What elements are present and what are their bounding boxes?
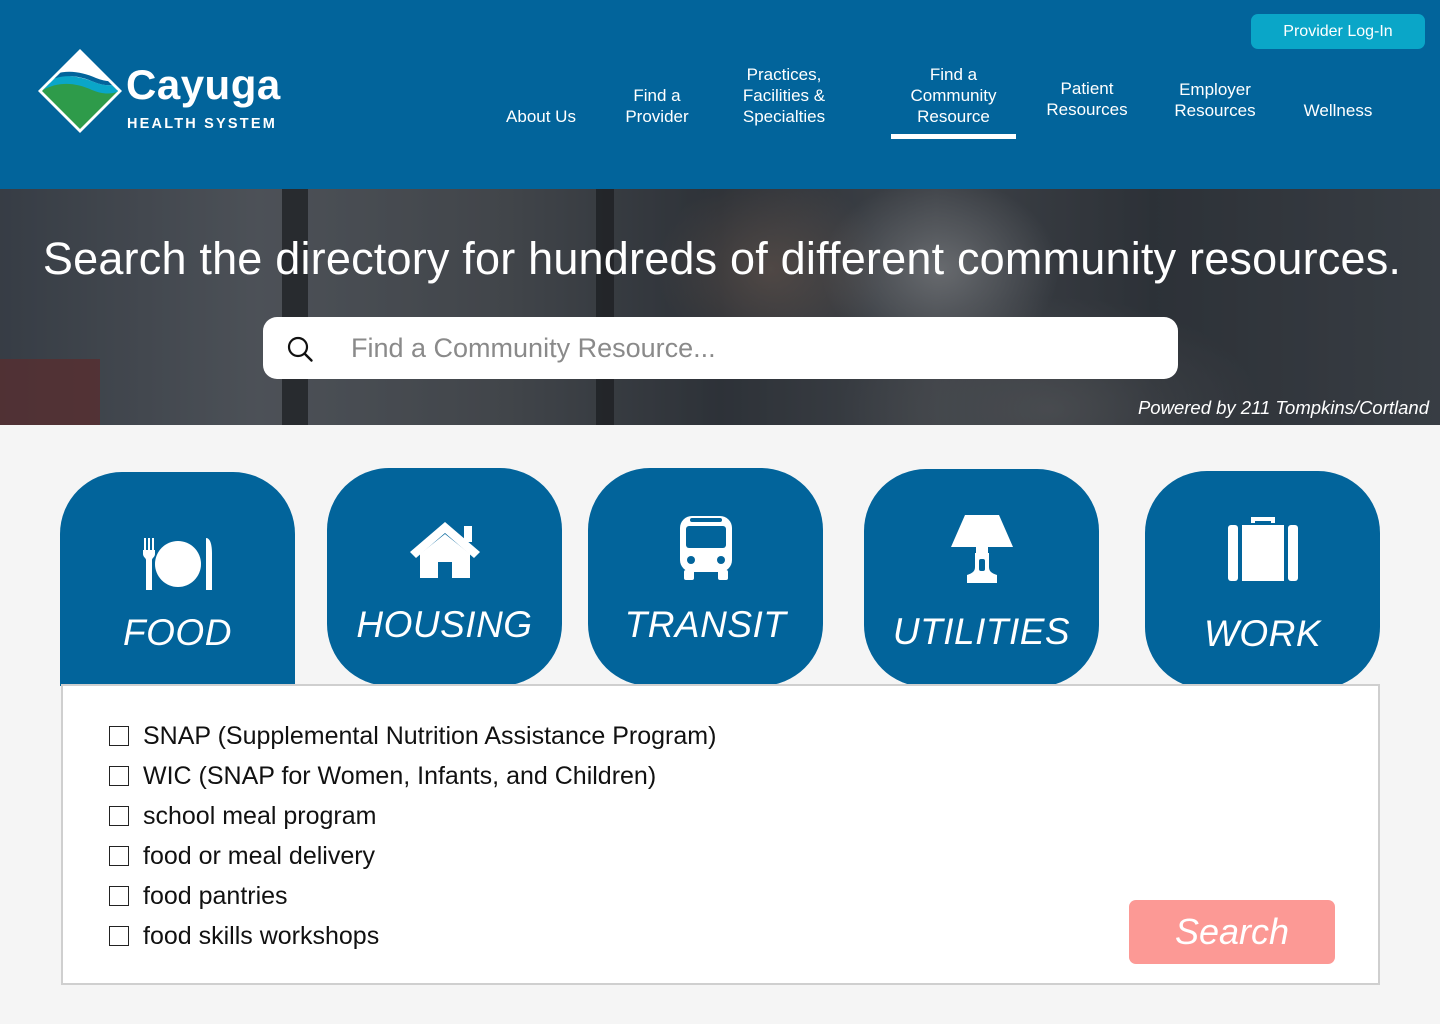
food-options-panel: SNAP (Supplemental Nutrition Assistance … xyxy=(61,684,1380,985)
nav-find-a-provider[interactable]: Find a Provider xyxy=(608,85,706,127)
nav-wellness[interactable]: Wellness xyxy=(1290,100,1386,121)
nav-practices-facilities[interactable]: Practices, Facilities & Specialties xyxy=(724,64,844,127)
nav-find-community-resource[interactable]: Find a Community Resource xyxy=(891,64,1016,127)
option-label: WIC (SNAP for Women, Infants, and Childr… xyxy=(143,761,657,790)
logo-name: Cayuga xyxy=(126,61,281,108)
checkbox[interactable] xyxy=(109,886,129,906)
category-tab-work[interactable]: WORK xyxy=(1145,471,1380,689)
option-label: food pantries xyxy=(143,881,288,910)
lamp-icon xyxy=(864,513,1099,585)
hero-title: Search the directory for hundreds of dif… xyxy=(42,233,1402,284)
bus-icon xyxy=(588,514,823,582)
option-food-skills[interactable]: food skills workshops xyxy=(109,921,379,951)
house-icon xyxy=(327,520,562,580)
resource-search-box[interactable] xyxy=(263,317,1178,379)
option-food-pantries[interactable]: food pantries xyxy=(109,881,288,911)
option-school-meal[interactable]: school meal program xyxy=(109,801,376,831)
resource-search-input[interactable] xyxy=(351,329,1151,367)
briefcase-icon xyxy=(1145,515,1380,583)
site-header: Cayuga HEALTH SYSTEM Provider Log-In Abo… xyxy=(0,0,1440,189)
option-snap[interactable]: SNAP (Supplemental Nutrition Assistance … xyxy=(109,721,716,751)
logo-subtitle: HEALTH SYSTEM xyxy=(127,116,277,132)
category-tab-food[interactable]: FOOD xyxy=(60,472,295,686)
option-label: school meal program xyxy=(143,801,377,830)
diamond-wave-logo-icon xyxy=(38,49,122,133)
category-tab-transit[interactable]: TRANSIT xyxy=(588,468,823,686)
checkbox[interactable] xyxy=(109,926,129,946)
category-label-housing: HOUSING xyxy=(356,604,533,645)
category-tab-housing[interactable]: HOUSING xyxy=(327,468,562,686)
cayuga-logo[interactable]: Cayuga HEALTH SYSTEM xyxy=(34,46,294,136)
checkbox[interactable] xyxy=(109,806,129,826)
option-wic[interactable]: WIC (SNAP for Women, Infants, and Childr… xyxy=(109,761,656,791)
category-label-utilities: UTILITIES xyxy=(892,611,1071,652)
option-label: SNAP (Supplemental Nutrition Assistance … xyxy=(143,721,717,750)
powered-by-credit: Powered by 211 Tompkins/Cortland xyxy=(1137,397,1429,418)
checkbox[interactable] xyxy=(109,726,129,746)
category-label-food: FOOD xyxy=(123,612,232,653)
hero-overlay xyxy=(0,189,1440,425)
nav-patient-resources[interactable]: Patient Resources xyxy=(1034,78,1140,120)
category-label-transit: TRANSIT xyxy=(624,604,787,645)
search-button[interactable]: Search xyxy=(1129,900,1335,964)
nav-active-underline xyxy=(891,134,1016,139)
checkbox[interactable] xyxy=(109,846,129,866)
category-tab-utilities[interactable]: UTILITIES xyxy=(864,469,1099,687)
search-icon xyxy=(287,336,313,362)
nav-about-us[interactable]: About Us xyxy=(494,106,588,127)
category-label-work: WORK xyxy=(1203,613,1322,654)
provider-login-button[interactable]: Provider Log-In xyxy=(1251,14,1425,49)
checkbox[interactable] xyxy=(109,766,129,786)
nav-employer-resources[interactable]: Employer Resources xyxy=(1160,79,1270,121)
option-meal-delivery[interactable]: food or meal delivery xyxy=(109,841,375,871)
utensils-plate-icon xyxy=(60,536,295,592)
hero-banner: Search the directory for hundreds of dif… xyxy=(0,189,1440,425)
option-label: food or meal delivery xyxy=(143,841,376,870)
option-label: food skills workshops xyxy=(143,921,380,950)
